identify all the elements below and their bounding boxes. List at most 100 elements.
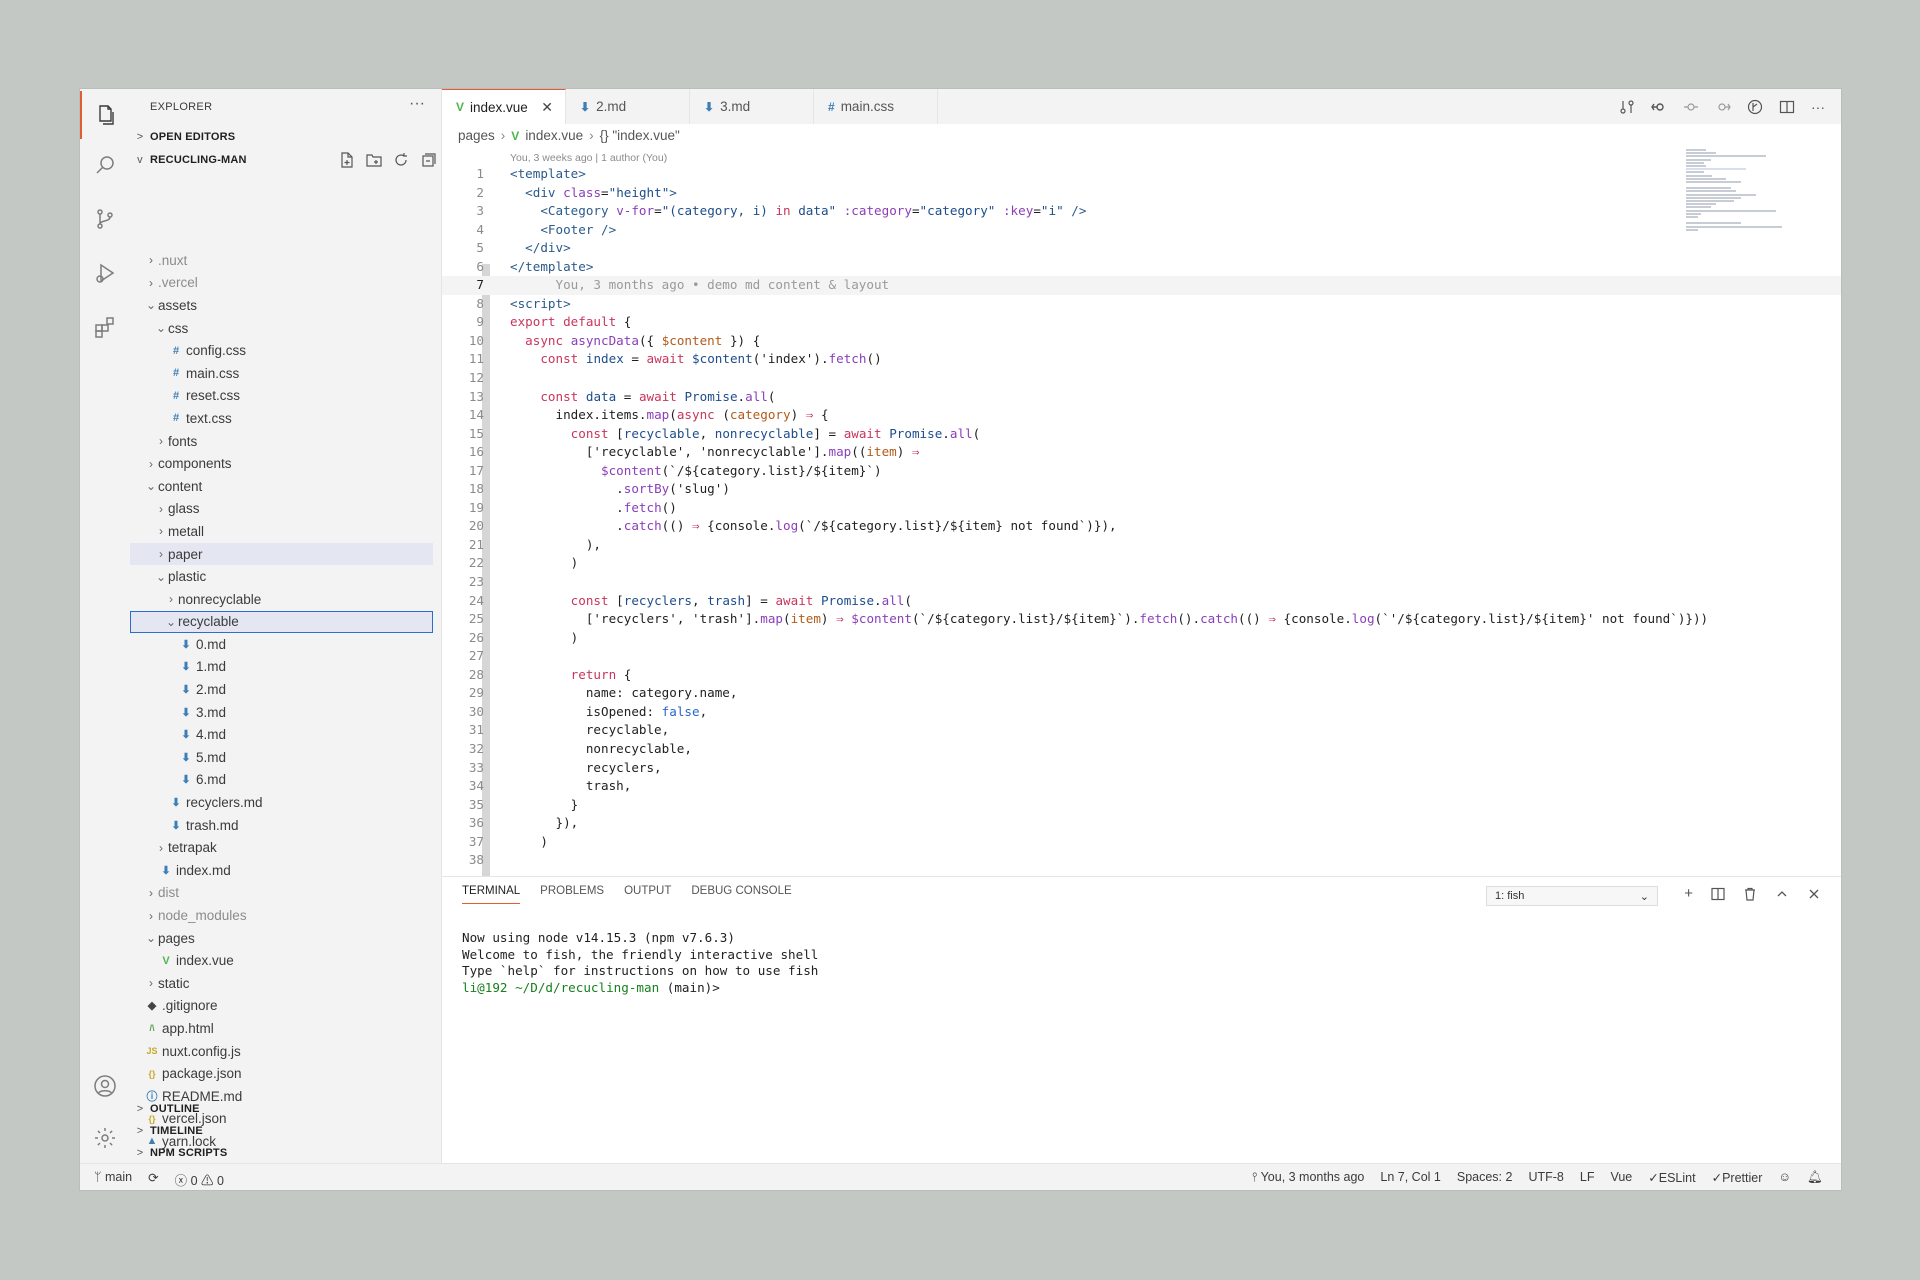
tree-item[interactable]: ◆ .gitignore (130, 995, 433, 1018)
notifications-icon[interactable]: 🔔︎ (1807, 1170, 1823, 1185)
tree-item[interactable]: ⬇ 2.md (130, 678, 433, 701)
run-debug-icon[interactable] (80, 249, 130, 297)
tree-item[interactable]: › tetrapak (130, 836, 433, 859)
code-line[interactable]: 13 const data = await Promise.all( (442, 388, 1841, 407)
extensions-icon[interactable] (80, 303, 130, 351)
tab-3-md[interactable]: ⬇ 3.md (690, 89, 814, 124)
more-actions-icon[interactable]: ··· (409, 95, 425, 113)
explorer-icon[interactable] (80, 91, 130, 139)
split-terminal-icon[interactable] (1711, 887, 1725, 901)
npm-scripts-section[interactable]: > NPM SCRIPTS (130, 1142, 442, 1164)
accounts-icon[interactable] (80, 1062, 130, 1110)
tree-item[interactable]: › .nuxt (130, 249, 433, 272)
new-folder-icon[interactable] (366, 152, 382, 168)
problems-status[interactable]: ⓧ 0 ⚠ 0 (175, 1170, 224, 1189)
code-line[interactable]: 32 nonrecyclable, (442, 740, 1841, 759)
tree-item[interactable]: ⌄ plastic (130, 565, 433, 588)
code-line[interactable]: 5 </div> (442, 239, 1841, 258)
tree-item[interactable]: › static (130, 972, 433, 995)
code-line[interactable]: 26 ) (442, 629, 1841, 648)
tree-item[interactable]: › paper (130, 542, 433, 566)
code-line[interactable]: 10 async asyncData({ $content }) { (442, 332, 1841, 351)
tree-item[interactable]: {} package.json (130, 1062, 433, 1085)
trash-icon[interactable] (1743, 887, 1757, 901)
tree-item[interactable]: ⬇ 4.md (130, 723, 433, 746)
language-mode[interactable]: Vue (1610, 1170, 1632, 1185)
breadcrumb-file[interactable]: index.vue (525, 128, 583, 143)
open-editors-section[interactable]: > OPEN EDITORS (130, 126, 442, 148)
code-line[interactable]: 2 <div class="height"> (442, 184, 1841, 203)
project-section[interactable]: v RECUCLING-MAN (130, 149, 442, 171)
code-line[interactable]: 7 You, 3 months ago • demo md content & … (442, 276, 1841, 295)
code-line[interactable]: 38 (442, 851, 1841, 870)
tree-item[interactable]: ⬇ trash.md (130, 814, 433, 837)
panel-tab-problems[interactable]: PROBLEMS (540, 885, 604, 904)
encoding[interactable]: UTF-8 (1528, 1170, 1563, 1185)
blame-status[interactable]: ⫯ You, 3 months ago (1252, 1170, 1365, 1185)
code-line[interactable]: 3 <Category v-for="(category, i) in data… (442, 202, 1841, 221)
code-line[interactable]: 8 <script> (442, 295, 1841, 314)
tree-item[interactable]: ⌄ css (130, 317, 433, 340)
tree-item[interactable]: ⌄ pages (130, 927, 433, 950)
tree-item[interactable]: › dist (130, 882, 433, 905)
panel-tab-terminal[interactable]: TERMINAL (462, 885, 521, 904)
minimap[interactable] (1686, 149, 1782, 249)
tree-item[interactable]: ⬇ index.md (130, 859, 433, 882)
code-line[interactable]: 14 index.items.map(async (category) ⇒ { (442, 406, 1841, 425)
tab-index-vue[interactable]: Vindex.vue ✕ (442, 89, 566, 124)
sync-icon[interactable]: ⟳ (148, 1170, 158, 1189)
code-line[interactable]: 31 recyclable, (442, 721, 1841, 740)
code-line[interactable]: 17 $content(`/${category.list}/${item}`) (442, 462, 1841, 481)
close-icon[interactable] (1807, 887, 1821, 901)
code-line[interactable]: 34 trash, (442, 777, 1841, 796)
tab-2-md[interactable]: ⬇ 2.md (566, 89, 690, 124)
new-file-icon[interactable] (339, 152, 355, 168)
tree-item[interactable]: › metall (130, 520, 433, 543)
code-line[interactable]: 36 }), (442, 814, 1841, 833)
tree-item[interactable]: › .vercel (130, 272, 433, 295)
breadcrumb-symbol[interactable]: {} "index.vue" (600, 128, 680, 143)
code-line[interactable]: 37 ) (442, 833, 1841, 852)
tree-item[interactable]: Vindex.vue (130, 949, 433, 972)
code-line[interactable]: 35 } (442, 796, 1841, 815)
next-change-icon[interactable] (1715, 99, 1731, 115)
prettier-status[interactable]: ✓Prettier (1712, 1170, 1763, 1185)
code-line[interactable]: 27 (442, 647, 1841, 666)
code-line[interactable]: 29 name: category.name, (442, 684, 1841, 703)
tab-main-css[interactable]: # main.css (814, 89, 938, 124)
settings-gear-icon[interactable] (80, 1114, 130, 1162)
terminal-output[interactable]: Now using node v14.15.3 (npm v7.6.3) Wel… (462, 930, 818, 997)
tree-item[interactable]: # config.css (130, 339, 433, 362)
code-line[interactable]: 30 isOpened: false, (442, 703, 1841, 722)
git-commit-icon[interactable] (1683, 99, 1699, 115)
timeline-section[interactable]: > TIMELINE (130, 1120, 442, 1142)
tree-item[interactable]: # main.css (130, 362, 433, 385)
code-editor[interactable]: 1 <template> 2 <div class="height"> 3 <Cate… (442, 165, 1841, 870)
code-line[interactable]: 33 recyclers, (442, 759, 1841, 778)
tree-item[interactable]: ⬇ recyclers.md (130, 791, 433, 814)
tree-item[interactable]: ⬇ 5.md (130, 746, 433, 769)
tree-item[interactable]: /\ app.html (130, 1017, 433, 1040)
code-line[interactable]: 4 <Footer /> (442, 221, 1841, 240)
tree-item[interactable]: › fonts (130, 430, 433, 453)
tree-item[interactable]: ⌄ recyclable (130, 610, 433, 634)
feedback-icon[interactable]: ☺ (1778, 1170, 1791, 1185)
panel-tab-debug-console[interactable]: DEBUG CONSOLE (691, 885, 791, 904)
close-icon[interactable]: ✕ (541, 99, 553, 116)
branch-status[interactable]: ᛘ main (94, 1170, 132, 1189)
code-line[interactable]: 19 .fetch() (442, 499, 1841, 518)
tree-item[interactable]: ⌄ content (130, 475, 433, 498)
open-changes-icon[interactable] (1619, 99, 1635, 115)
line-ending[interactable]: LF (1580, 1170, 1595, 1185)
code-line[interactable]: 11 const index = await $content('index')… (442, 350, 1841, 369)
outline-section[interactable]: > OUTLINE (130, 1098, 442, 1120)
indentation[interactable]: Spaces: 2 (1457, 1170, 1513, 1185)
code-line[interactable]: 9 export default { (442, 313, 1841, 332)
codelens-blame[interactable]: You, 3 weeks ago | 1 author (You) (510, 152, 667, 164)
tree-item[interactable]: # text.css (130, 407, 433, 430)
breadcrumb-pages[interactable]: pages (458, 128, 495, 143)
code-line[interactable]: 21 ), (442, 536, 1841, 555)
previous-change-icon[interactable] (1651, 99, 1667, 115)
tree-item[interactable]: ⬇ 3.md (130, 701, 433, 724)
code-line[interactable]: 28 return { (442, 666, 1841, 685)
